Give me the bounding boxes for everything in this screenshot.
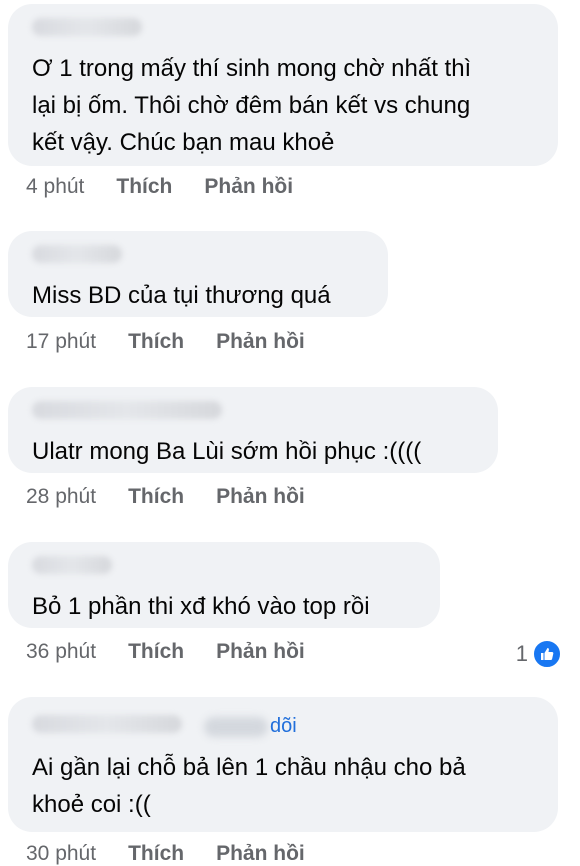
- comment-bubble[interactable]: Ulatr mong Ba Lùi sớm hồi phục :((((: [8, 387, 498, 473]
- comment-actions: 36 phút Thích Phản hồi: [26, 640, 305, 664]
- reply-button[interactable]: Phản hồi: [216, 485, 305, 509]
- comment-text: Ai gần lại chỗ bả lên 1 chầu nhậu cho bả…: [32, 754, 466, 818]
- comment-actions: 17 phút Thích Phản hồi: [26, 330, 305, 354]
- reply-button[interactable]: Phản hồi: [216, 640, 305, 664]
- comment-bubble[interactable]: Ơ 1 trong mấy thí sinh mong chờ nhất thì…: [8, 4, 558, 166]
- comment-timestamp[interactable]: 28 phút: [26, 485, 96, 509]
- like-button[interactable]: Thích: [128, 485, 184, 509]
- comment-timestamp[interactable]: 30 phút: [26, 842, 96, 866]
- like-button[interactable]: Thích: [128, 640, 184, 664]
- blurred-author-name: [32, 556, 112, 574]
- comment-text: Ơ 1 trong mấy thí sinh mong chờ nhất thì…: [32, 55, 472, 156]
- comment-actions: 4 phút Thích Phản hồi: [26, 175, 293, 199]
- reply-button[interactable]: Phản hồi: [204, 175, 293, 199]
- reaction-summary[interactable]: 1: [516, 639, 562, 669]
- comment-timestamp[interactable]: 36 phút: [26, 640, 96, 664]
- reply-button[interactable]: Phản hồi: [216, 330, 305, 354]
- reaction-count: 1: [515, 641, 528, 666]
- comment-text: Ulatr mong Ba Lùi sớm hồi phục :((((: [32, 438, 422, 465]
- comment-text: Miss BD của tụi thương quá: [32, 282, 331, 309]
- comment-timestamp[interactable]: 17 phút: [26, 330, 96, 354]
- blurred-author-name: [32, 715, 182, 733]
- blurred-author-name: [32, 245, 122, 263]
- like-thumb-icon: [532, 639, 562, 669]
- blurred-author-name: [32, 401, 222, 419]
- like-button[interactable]: Thích: [128, 842, 184, 866]
- comment-text: Bỏ 1 phần thi xđ khó vào top rồi: [32, 593, 370, 620]
- comment-actions: 28 phút Thích Phản hồi: [26, 485, 305, 509]
- comment-bubble[interactable]: Bỏ 1 phần thi xđ khó vào top rồi: [8, 542, 440, 628]
- like-button[interactable]: Thích: [116, 175, 172, 199]
- comment-timestamp[interactable]: 4 phút: [26, 175, 84, 199]
- comment-bubble[interactable]: Miss BD của tụi thương quá: [8, 231, 388, 317]
- blurred-follow-chip: [204, 717, 268, 737]
- follow-link[interactable]: dõi: [270, 715, 297, 738]
- reply-button[interactable]: Phản hồi: [216, 842, 305, 866]
- like-button[interactable]: Thích: [128, 330, 184, 354]
- blurred-author-name: [32, 18, 142, 36]
- comment-bubble[interactable]: dõi Ai gần lại chỗ bả lên 1 chầu nhậu ch…: [8, 697, 558, 832]
- comment-actions: 30 phút Thích Phản hồi: [26, 842, 305, 866]
